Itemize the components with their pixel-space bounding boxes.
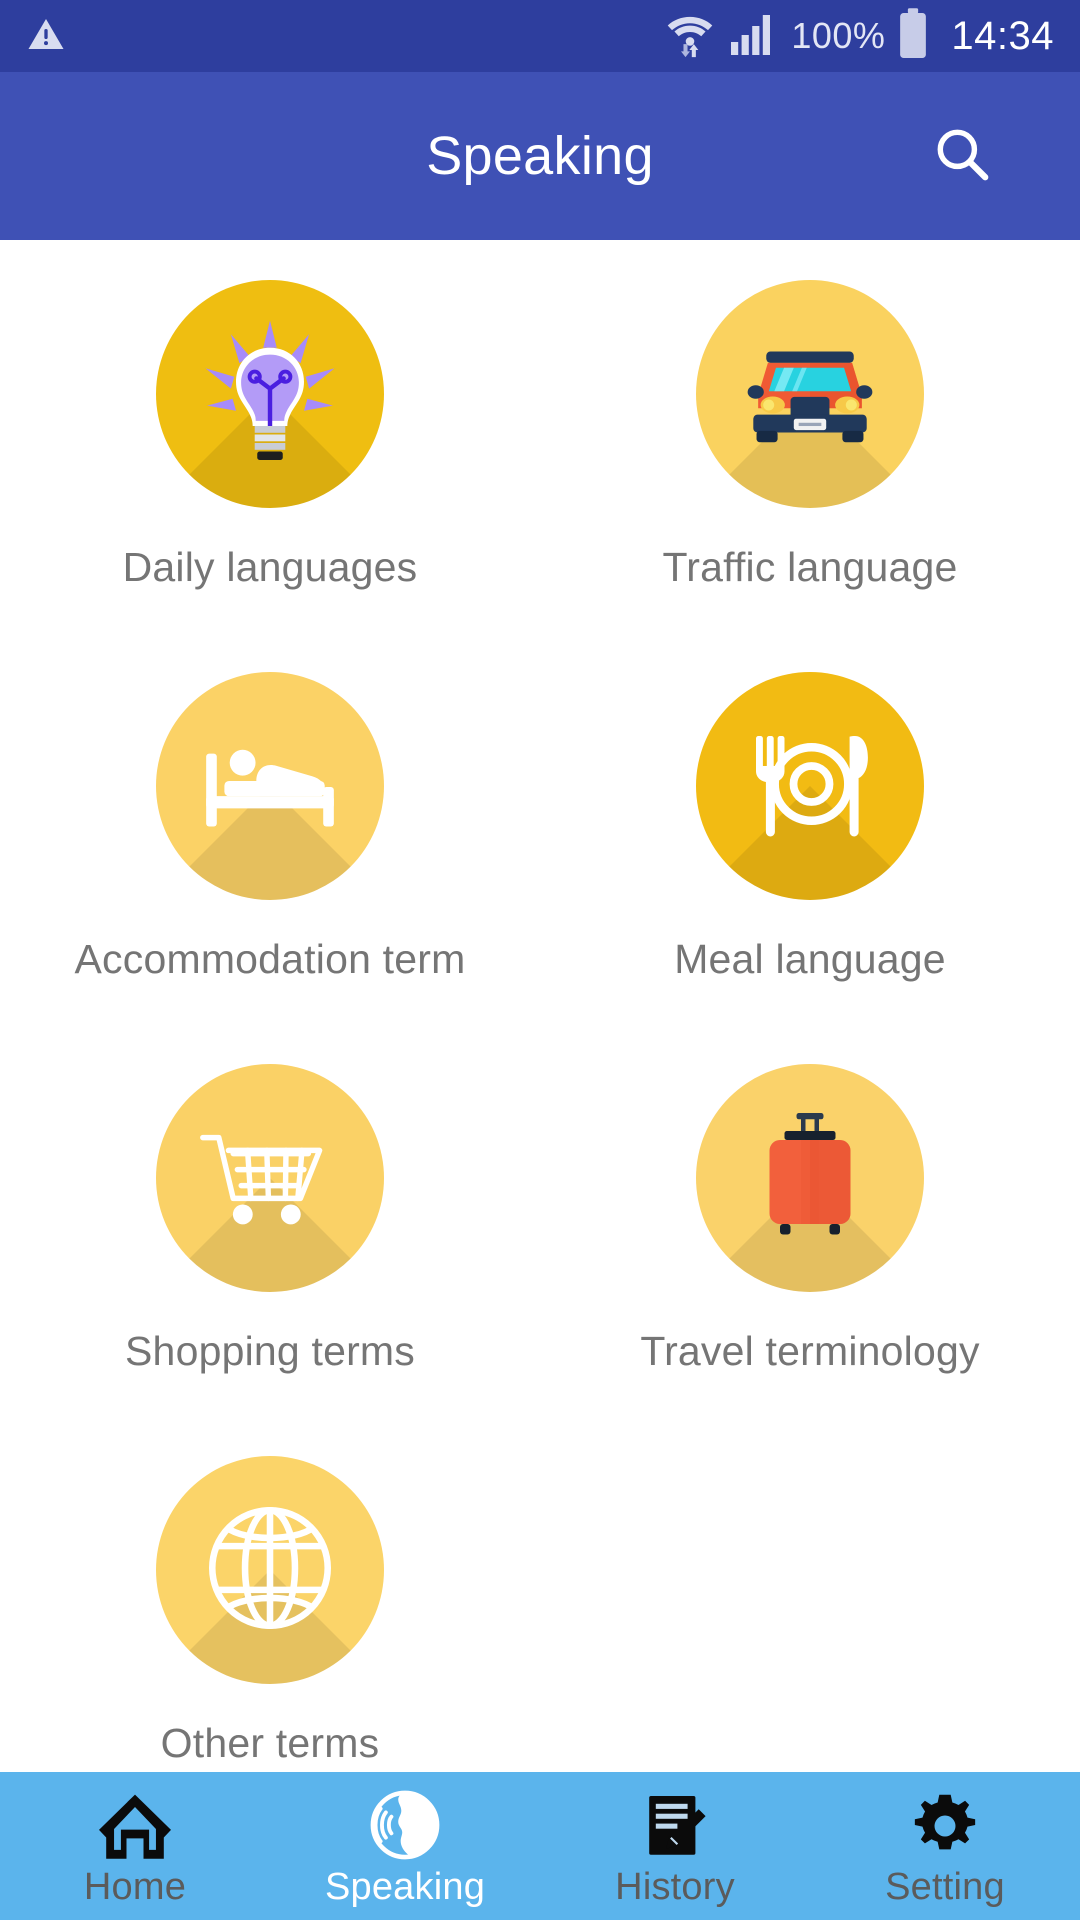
grid-item-label: Daily languages bbox=[122, 544, 418, 590]
document-pencil-icon bbox=[639, 1790, 711, 1862]
nav-tab-label: Speaking bbox=[324, 1865, 486, 1908]
grid-item-meal-language[interactable]: Meal language bbox=[540, 658, 1080, 1050]
icon-circle bbox=[696, 1064, 924, 1292]
grid-item-label: Other terms bbox=[160, 1720, 380, 1766]
status-bar-left bbox=[26, 14, 66, 59]
gear-icon bbox=[909, 1790, 981, 1862]
nav-tab-speaking[interactable]: Speaking bbox=[270, 1772, 540, 1920]
grid-item-label: Meal language bbox=[674, 936, 946, 982]
car-front-icon bbox=[729, 311, 891, 478]
grid-item-label: Travel terminology bbox=[640, 1328, 980, 1374]
grid-item-accommodation-term[interactable]: Accommodation term bbox=[0, 658, 540, 1050]
search-icon bbox=[931, 123, 993, 190]
grid-item-travel-terminology[interactable]: Travel terminology bbox=[540, 1050, 1080, 1442]
bottom-navigation-bar: Home Speaking History Setting bbox=[0, 1772, 1080, 1920]
app-screen: 100% 14:34 Speaking Daily languages Traf… bbox=[0, 0, 1080, 1920]
nav-tab-label: Setting bbox=[885, 1865, 1005, 1908]
cutlery-plate-icon bbox=[735, 709, 885, 864]
lightbulb-icon bbox=[185, 307, 355, 482]
nav-tab-setting[interactable]: Setting bbox=[810, 1772, 1080, 1920]
category-grid: Daily languages Traffic language Accommo… bbox=[0, 240, 1080, 1772]
cellular-signal-icon bbox=[730, 12, 778, 61]
nav-tab-history[interactable]: History bbox=[540, 1772, 810, 1920]
wifi-icon bbox=[663, 7, 717, 66]
nav-tab-label: History bbox=[615, 1865, 735, 1908]
nav-tab-label: Home bbox=[83, 1865, 187, 1908]
search-button[interactable] bbox=[922, 116, 1002, 196]
shopping-cart-icon bbox=[190, 1096, 350, 1261]
bed-icon bbox=[194, 708, 346, 865]
globe-icon bbox=[192, 1490, 348, 1651]
battery-full-icon bbox=[898, 7, 928, 65]
icon-circle bbox=[156, 280, 384, 508]
app-bar: Speaking bbox=[0, 72, 1080, 240]
suitcase-icon bbox=[735, 1101, 885, 1256]
grid-item-traffic-language[interactable]: Traffic language bbox=[540, 266, 1080, 658]
grid-item-label: Accommodation term bbox=[74, 936, 466, 982]
grid-item-shopping-terms[interactable]: Shopping terms bbox=[0, 1050, 540, 1442]
nav-tab-home[interactable]: Home bbox=[0, 1772, 270, 1920]
page-title: Speaking bbox=[426, 126, 654, 186]
status-bar: 100% 14:34 bbox=[0, 0, 1080, 72]
battery-percent-label: 100% bbox=[791, 15, 886, 56]
grid-item-daily-languages[interactable]: Daily languages bbox=[0, 266, 540, 658]
grid-item-label: Traffic language bbox=[662, 544, 958, 590]
status-bar-right: 100% 14:34 bbox=[663, 7, 1054, 66]
status-bar-clock: 14:34 bbox=[951, 13, 1054, 58]
speaking-head-icon bbox=[368, 1790, 442, 1862]
icon-circle bbox=[156, 1456, 384, 1684]
icon-circle bbox=[156, 672, 384, 900]
grid-item-other-terms[interactable]: Other terms bbox=[0, 1442, 540, 1772]
home-icon bbox=[95, 1790, 175, 1862]
icon-circle bbox=[696, 672, 924, 900]
icon-circle bbox=[696, 280, 924, 508]
category-grid-area: Daily languages Traffic language Accommo… bbox=[0, 240, 1080, 1772]
icon-circle bbox=[156, 1064, 384, 1292]
grid-item-label: Shopping terms bbox=[125, 1328, 415, 1374]
warning-triangle-icon bbox=[26, 14, 66, 59]
